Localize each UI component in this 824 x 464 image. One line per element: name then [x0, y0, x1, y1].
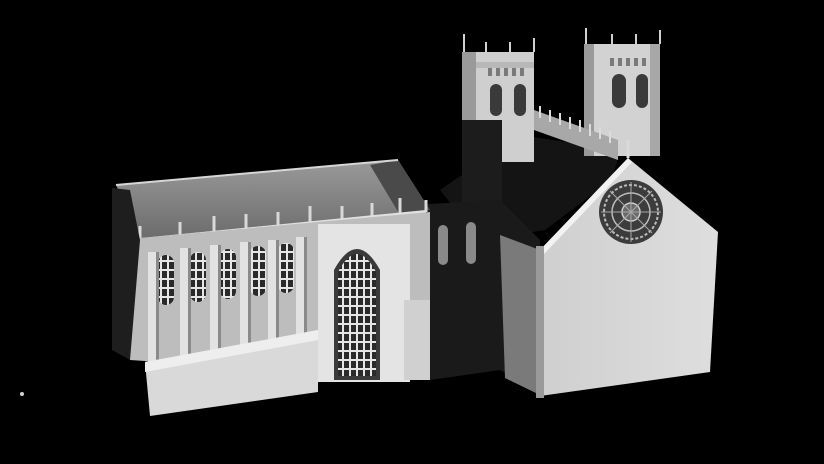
stray-light	[20, 392, 24, 396]
rose-window	[599, 180, 663, 244]
cathedral-render	[0, 0, 824, 464]
render-viewport	[0, 0, 824, 464]
